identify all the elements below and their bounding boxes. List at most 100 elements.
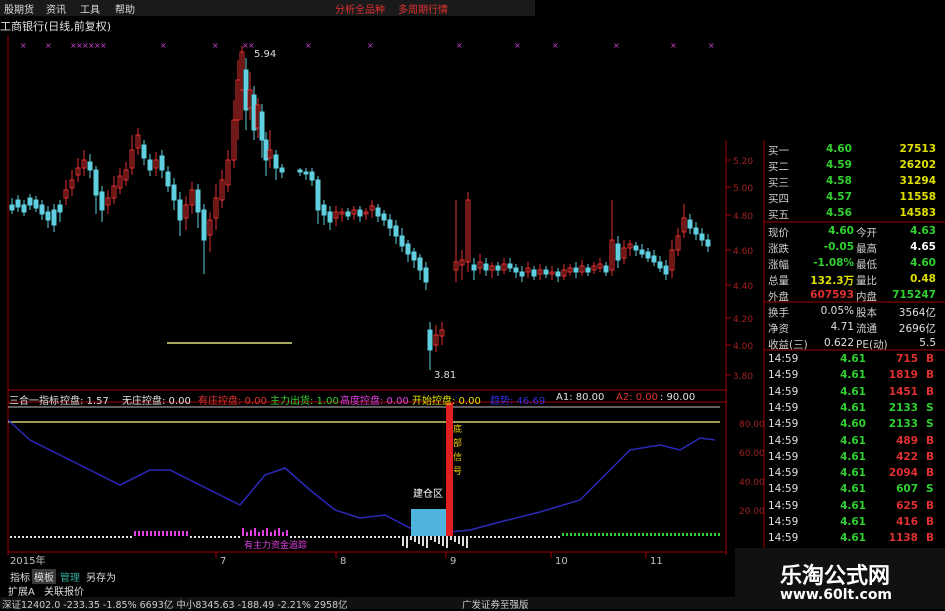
histogram-bar [14, 536, 16, 538]
histogram-bar [482, 536, 484, 538]
stat-row: 外盘 607593 内盘 715247 [768, 289, 936, 303]
signal-marker: × [160, 41, 167, 50]
histogram-bar [210, 536, 212, 538]
histogram-bar [666, 533, 668, 536]
bottom-tabs: 指标 模板 管理 另存为 [0, 569, 735, 584]
candle-body [259, 111, 265, 141]
candle-body [531, 269, 537, 277]
candle-body [519, 271, 525, 277]
price-tick: 5.00 [733, 184, 753, 194]
tab-related-quotes[interactable]: 关联报价 [44, 583, 84, 598]
bid-row: 买四 4.57 11558 [768, 191, 936, 205]
histogram-bar [578, 533, 580, 536]
histogram-bar [250, 530, 252, 536]
candle-body [663, 265, 669, 275]
histogram-bar [330, 536, 332, 538]
histogram-bar [658, 533, 660, 536]
candle-body [251, 94, 257, 131]
candle-body [309, 171, 315, 181]
candle-body [555, 271, 561, 277]
histogram-bar [242, 528, 244, 536]
histogram-bar [718, 533, 720, 536]
histogram-bar [202, 536, 204, 538]
histogram-bar [334, 536, 336, 538]
watermark-title: 乐淘公式网 [780, 564, 891, 589]
histogram-bar [486, 536, 488, 538]
histogram-bar [690, 533, 692, 536]
candle-body [201, 209, 207, 241]
histogram-bar [10, 536, 12, 538]
candle-body [699, 233, 705, 241]
histogram-bar [222, 536, 224, 538]
histogram-bar [218, 536, 220, 538]
candle-body [195, 189, 201, 213]
histogram-bar [574, 533, 576, 536]
histogram-bar [694, 533, 696, 536]
histogram-bar [306, 536, 308, 538]
candle-body [657, 261, 663, 269]
indicator-name[interactable]: 三合一指标 [9, 392, 59, 407]
histogram-bar [682, 533, 684, 536]
histogram-bar [398, 536, 400, 538]
info-row: 换手 0.05% 股本 3564亿 [768, 305, 936, 319]
candle-body [297, 169, 303, 173]
histogram-bar [542, 536, 544, 538]
histogram-bar [134, 531, 136, 536]
histogram-bar [422, 536, 424, 546]
histogram-bar [82, 536, 84, 538]
price-axis: 5.20 5.00 4.80 4.60 4.40 4.20 4.00 3.80 [726, 157, 753, 382]
indicator-value: 开始控盘: 0.00 [412, 396, 481, 407]
histogram-bar [418, 536, 420, 544]
histogram-bar [58, 536, 60, 538]
indicator-value: 趋势: 46.69 [490, 396, 546, 407]
histogram-bar [394, 536, 396, 538]
histogram-bar [290, 536, 292, 538]
indicator-value: 高度控盘: 0.00 [340, 396, 409, 407]
signal-char-2: 部 [453, 437, 462, 449]
indicator-value: A2: 0.00 [616, 392, 659, 403]
candle-body [651, 255, 657, 263]
histogram-bar [34, 536, 36, 538]
histogram-bar [598, 533, 600, 536]
indicator-value: 主力出货: 1.00 [270, 396, 339, 407]
histogram-bar [382, 536, 384, 538]
tab-save-as[interactable]: 另存为 [84, 569, 118, 584]
capital-note: 有主力资金追踪 [244, 539, 307, 551]
signal-char-1: 底 [453, 423, 462, 435]
histogram-bar [366, 536, 368, 538]
candle-body [93, 169, 99, 196]
candle-body [345, 211, 351, 217]
tab-template[interactable]: 模板 [32, 569, 56, 584]
candle-body [483, 263, 489, 271]
histogram-bar [294, 536, 296, 538]
candle-body [99, 191, 105, 211]
histogram-bar [674, 533, 676, 536]
tab-indicator[interactable]: 指标 [8, 569, 32, 584]
histogram-bar [98, 536, 100, 538]
signal-marker: × [708, 41, 715, 50]
bid-row: 买五 4.56 14583 [768, 207, 936, 221]
signal-marker: × [456, 41, 463, 50]
indicator-value: 控盘: 1.57 [60, 396, 109, 407]
date-tick: 7 [220, 556, 226, 567]
indicator-value: 无庄控盘: 0.00 [122, 396, 191, 407]
price-tick: 4.20 [733, 315, 753, 325]
histogram-bar [606, 533, 608, 536]
histogram-bar [102, 536, 104, 538]
tick-row: 14:59 4.61 607 S [768, 483, 934, 496]
tick-row: 14:59 4.61 625 B [768, 499, 935, 512]
histogram-bar [234, 536, 236, 538]
peak-high-label: 5.94 [254, 49, 276, 60]
candle-body [585, 267, 591, 273]
candle-body [357, 209, 363, 217]
histogram-bar [238, 536, 240, 538]
tab-extension-a[interactable]: 扩展A [8, 583, 35, 598]
histogram-bar [662, 533, 664, 536]
histogram-bar [454, 536, 456, 542]
histogram-bar [338, 536, 340, 538]
histogram-bar [142, 531, 144, 536]
tab-manage[interactable]: 管理 [58, 569, 82, 584]
histogram-bar [18, 536, 20, 538]
tick-row: 14:59 4.61 422 B [768, 450, 935, 463]
histogram-bar [118, 536, 120, 538]
